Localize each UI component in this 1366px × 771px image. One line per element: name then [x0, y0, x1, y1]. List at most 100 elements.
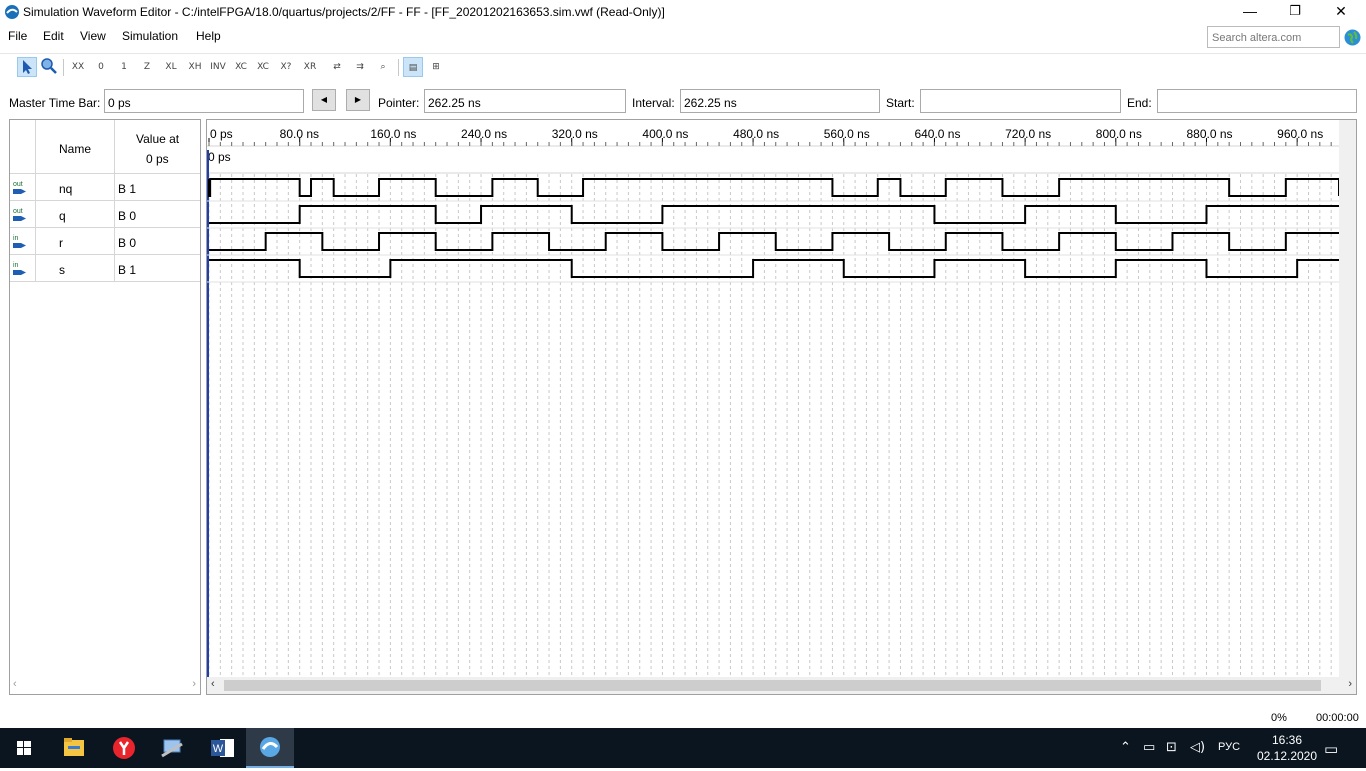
signal-names-panel: Name Value at 0 ps out nq B 1 out q B 0 in r B 0… [9, 119, 201, 695]
search-input[interactable]: Search altera.com [1207, 26, 1340, 48]
grid-settings-icon[interactable]: ⇉ [350, 57, 370, 77]
ruler-tick-label: 320.0 ns [552, 127, 598, 141]
search-placeholder: Search altera.com [1212, 32, 1302, 44]
ruler-tick-label: 160.0 ns [370, 127, 416, 141]
battery-icon[interactable]: ▭ [1143, 740, 1155, 755]
waveform-view-icon[interactable]: ▤ [403, 57, 423, 77]
signal-row[interactable]: in r B 0 [10, 228, 200, 255]
end-field[interactable] [1157, 89, 1357, 113]
status-bar: 0% 00:00:00 [0, 708, 1366, 726]
scroll-thumb[interactable] [224, 680, 1321, 691]
file-explorer-icon[interactable] [50, 728, 98, 768]
invert-icon[interactable]: INV [208, 57, 228, 77]
elapsed-time: 00:00:00 [1316, 712, 1359, 724]
forcing-low-icon[interactable]: 0 [91, 57, 111, 77]
menu-simulation[interactable]: Simulation [122, 29, 178, 43]
arbitrary-value-icon[interactable]: X? [276, 57, 296, 77]
yandex-browser-icon[interactable] [100, 728, 148, 768]
volume-icon[interactable]: ◁) [1190, 740, 1205, 755]
ruler-tick-label: 560.0 ns [824, 127, 870, 141]
signal-name[interactable]: nq [59, 182, 72, 196]
weak-high-icon[interactable]: XH [185, 57, 205, 77]
next-transition-button[interactable]: ▶ [346, 89, 370, 111]
signal-row[interactable]: out nq B 1 [10, 174, 200, 201]
signal-row[interactable]: out q B 0 [10, 201, 200, 228]
waveform-r [209, 232, 1339, 251]
ruler-tick-label: 800.0 ns [1096, 127, 1142, 141]
ruler-tick-label: 640.0 ns [914, 127, 960, 141]
pin-direction-label: in [13, 235, 19, 242]
taskbar: W ⌃ ▭ ⊡ ◁) РУС 16:36 02.12.2020 ▭ [0, 728, 1366, 768]
menu-file[interactable]: File [8, 29, 27, 43]
interval-field: 262.25 ns [680, 89, 880, 113]
globe-icon[interactable] [1344, 29, 1361, 46]
ruler-tick-label: 80.0 ns [280, 127, 319, 141]
pin-direction-label: in [13, 262, 19, 269]
clock-value-icon[interactable]: XC [253, 57, 273, 77]
title-bar: Simulation Waveform Editor - C:/intelFPG… [0, 0, 1366, 24]
snap-to-grid-icon[interactable]: ⇄ [327, 57, 347, 77]
quartus-task-icon[interactable] [246, 728, 294, 768]
progress-text: 0% [1271, 712, 1287, 724]
ruler-tick-label: 720.0 ns [1005, 127, 1051, 141]
windows-start-icon[interactable] [0, 728, 48, 768]
names-header: Name Value at 0 ps [10, 120, 200, 174]
name-column-header[interactable]: Name [59, 142, 91, 156]
value-column-header[interactable]: Value at [136, 132, 179, 146]
high-impedance-icon[interactable]: Z [137, 57, 157, 77]
master-time-label: Master Time Bar: [9, 96, 101, 110]
previous-transition-button[interactable]: ◀ [312, 89, 336, 111]
signal-value: B 1 [118, 263, 137, 277]
waveform-canvas[interactable]: 0 ps 80.0 ns 160.0 ns 240.0 ns 320.0 ns 400.0… [207, 120, 1356, 677]
menu-view[interactable]: View [80, 29, 106, 43]
pin-direction-label: out [13, 208, 23, 215]
ruler-tick-label: 880.0 ns [1186, 127, 1232, 141]
time-bar: Master Time Bar: 0 ps ◀ ▶ Pointer: 262.2… [0, 86, 1366, 116]
forcing-unknown-icon[interactable]: XX [68, 57, 88, 77]
forcing-high-icon[interactable]: 1 [114, 57, 134, 77]
output-pin-icon: out [13, 208, 26, 221]
master-marker-label: 0 ps [208, 150, 231, 164]
signal-name[interactable]: r [59, 236, 63, 250]
ruler-tick-label: 0 ps [210, 127, 233, 141]
menu-help[interactable]: Help [196, 29, 221, 43]
clock-time: 16:36 [1271, 733, 1303, 747]
selection-tool-icon[interactable] [17, 57, 37, 77]
count-value-icon[interactable]: XC [231, 57, 251, 77]
maximize-button[interactable]: ❐ [1272, 0, 1318, 24]
ruler-tick-label: 400.0 ns [642, 127, 688, 141]
start-field[interactable] [920, 89, 1121, 113]
word-icon[interactable]: W [198, 728, 246, 768]
signal-row[interactable]: in s B 1 [10, 255, 200, 282]
random-value-icon[interactable]: XR [300, 57, 320, 77]
language-indicator[interactable]: РУС [1218, 741, 1240, 753]
master-time-field[interactable]: 0 ps [104, 89, 304, 113]
signal-name[interactable]: s [59, 263, 65, 277]
pin-direction-label: out [13, 181, 23, 188]
grid-view-icon[interactable]: ⊞ [426, 57, 446, 77]
waveform-vertical-scrollbar[interactable] [1339, 120, 1356, 677]
close-button[interactable]: ✕ [1318, 0, 1364, 24]
network-icon[interactable]: ⊡ [1166, 740, 1177, 755]
clock-date: 02.12.2020 [1256, 749, 1318, 763]
pointer-field: 262.25 ns [424, 89, 626, 113]
signal-value: B 0 [118, 209, 137, 223]
waveform-horizontal-scrollbar[interactable]: ‹ › [207, 677, 1356, 694]
zoom-tool-icon[interactable] [39, 57, 59, 77]
names-horizontal-scrollbar[interactable]: ‹ › [10, 677, 200, 694]
pointer-label: Pointer: [378, 96, 420, 110]
input-pin-icon: in [13, 235, 26, 248]
waveform-panel[interactable]: 0 ps 80.0 ns 160.0 ns 240.0 ns 320.0 ns 400.0… [206, 119, 1357, 695]
signal-name[interactable]: q [59, 209, 66, 223]
find-icon[interactable]: ⌕ [373, 57, 393, 77]
ruler-tick-label: 240.0 ns [461, 127, 507, 141]
network-tool-icon[interactable] [148, 728, 196, 768]
weak-low-icon[interactable]: XL [161, 57, 181, 77]
ruler-tick-label: 480.0 ns [733, 127, 779, 141]
end-label: End: [1127, 96, 1152, 110]
clock[interactable]: 16:36 02.12.2020 [1256, 732, 1318, 764]
notifications-icon[interactable]: ▭ [1324, 740, 1338, 758]
tray-chevron-icon[interactable]: ⌃ [1120, 740, 1131, 755]
menu-edit[interactable]: Edit [43, 29, 64, 43]
minimize-button[interactable]: — [1227, 0, 1273, 24]
